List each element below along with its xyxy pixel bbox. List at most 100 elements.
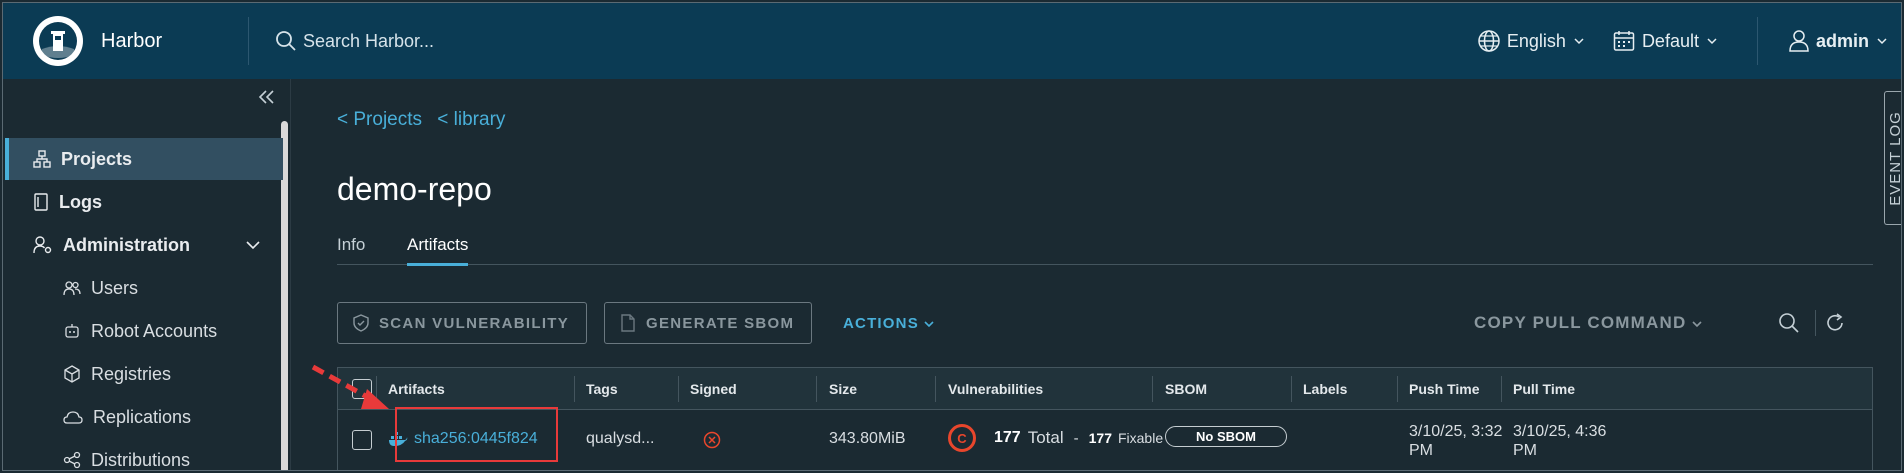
- search-icon: [276, 31, 296, 51]
- refresh-icon[interactable]: [1824, 312, 1846, 334]
- critical-severity-icon: C: [948, 424, 976, 452]
- scan-vulnerability-button[interactable]: SCAN VULNERABILITY: [337, 302, 587, 344]
- copy-pull-command-label: COPY PULL COMMAND: [1474, 313, 1687, 332]
- event-log-tab[interactable]: EVENT LOG: [1884, 91, 1902, 225]
- annotation-highlight-box: [395, 407, 558, 462]
- chevron-down-icon: [1877, 38, 1887, 45]
- replications-icon: [63, 411, 83, 424]
- sidebar-item-label: Projects: [61, 148, 133, 169]
- robot-icon: [65, 324, 79, 338]
- sidebar-item-distributions[interactable]: Distributions: [5, 439, 283, 470]
- header-divider: [1756, 17, 1758, 65]
- username: admin: [1815, 30, 1869, 51]
- search-icon[interactable]: [1778, 312, 1800, 334]
- sbom-status-badge: No SBOM: [1165, 426, 1287, 447]
- shield-icon: [353, 314, 369, 332]
- size-cell: 343.80MiB: [829, 430, 906, 447]
- column-header-pull-time[interactable]: Pull Time: [1513, 381, 1575, 397]
- sidebar-item-users[interactable]: Users: [5, 267, 283, 309]
- copy-pull-command-dropdown[interactable]: COPY PULL COMMAND: [1474, 313, 1702, 333]
- sidebar-item-label: Users: [91, 277, 139, 298]
- sidebar-item-administration[interactable]: Administration: [5, 224, 283, 266]
- language-label: English: [1506, 30, 1566, 51]
- sidebar: Projects Logs Administration Users Robot…: [3, 79, 291, 470]
- vuln-separator: -: [1073, 429, 1079, 447]
- brand-name: Harbor: [101, 29, 163, 52]
- chevron-down-icon: [1707, 38, 1717, 45]
- artifacts-table: Artifacts Tags Signed Size Vulnerabiliti…: [337, 367, 1873, 470]
- chevron-down-icon: [1574, 38, 1584, 45]
- push-time-date: 3/10/25, 3:32: [1409, 423, 1503, 440]
- column-divider: [1397, 376, 1398, 402]
- sidebar-item-robot-accounts[interactable]: Robot Accounts: [5, 310, 283, 352]
- column-divider: [1501, 376, 1502, 402]
- chevron-down-icon: [1692, 321, 1702, 328]
- column-header-sbom[interactable]: SBOM: [1165, 381, 1207, 397]
- brand[interactable]: Harbor: [3, 3, 248, 79]
- column-divider: [1152, 376, 1153, 402]
- collapse-sidebar-icon[interactable]: [258, 89, 276, 105]
- logs-icon: [34, 193, 48, 211]
- breadcrumb: < Projects < library: [337, 109, 515, 131]
- not-signed-icon: [703, 431, 721, 449]
- page-title: demo-repo: [337, 171, 492, 207]
- row-select-checkbox[interactable]: [352, 430, 372, 450]
- user-menu[interactable]: admin: [1788, 29, 1887, 53]
- push-time-period: PM: [1409, 442, 1433, 459]
- vuln-fixable-count: 177: [1088, 430, 1112, 446]
- column-header-labels[interactable]: Labels: [1303, 381, 1347, 397]
- global-search[interactable]: [275, 3, 603, 79]
- column-divider: [935, 376, 936, 402]
- column-divider: [816, 376, 817, 402]
- vuln-fixable-label: Fixable: [1117, 430, 1164, 446]
- event-log-label: EVENT LOG: [1887, 110, 1902, 206]
- document-icon: [621, 314, 635, 332]
- sidebar-item-label: Distributions: [91, 449, 191, 470]
- tags-cell: qualysd...: [586, 430, 655, 447]
- search-input[interactable]: [303, 30, 603, 52]
- sidebar-item-label: Registries: [91, 363, 172, 384]
- column-divider: [678, 376, 679, 402]
- registries-icon: [64, 365, 80, 383]
- users-icon: [63, 281, 81, 296]
- column-header-push-time[interactable]: Push Time: [1409, 381, 1480, 397]
- toolbar-divider: [1815, 310, 1816, 336]
- projects-icon: [33, 150, 51, 168]
- generate-sbom-label: GENERATE SBOM: [646, 314, 795, 332]
- chevron-down-icon: [246, 241, 260, 250]
- table-header: Artifacts Tags Signed Size Vulnerabiliti…: [338, 368, 1872, 410]
- pull-time-cell: 3/10/25, 4:36 PM: [1513, 422, 1606, 460]
- column-header-signed[interactable]: Signed: [690, 381, 737, 397]
- tab-artifacts[interactable]: Artifacts: [407, 235, 469, 266]
- header-divider: [248, 17, 249, 65]
- language-selector[interactable]: English: [1477, 29, 1584, 53]
- vuln-total-count: 177: [994, 429, 1021, 446]
- sidebar-item-registries[interactable]: Registries: [5, 353, 283, 395]
- column-header-tags[interactable]: Tags: [586, 381, 618, 397]
- scan-vulnerability-label: SCAN VULNERABILITY: [379, 314, 570, 332]
- sidebar-item-label: Logs: [59, 191, 102, 212]
- column-header-vulnerabilities[interactable]: Vulnerabilities: [948, 381, 1043, 397]
- sidebar-item-logs[interactable]: Logs: [5, 181, 283, 223]
- table-row[interactable]: sha256:0445f824 qualysd... 343.80MiB C 1…: [338, 410, 1872, 470]
- sidebar-item-replications[interactable]: Replications: [5, 396, 283, 438]
- breadcrumb-library[interactable]: < library: [437, 109, 505, 130]
- generate-sbom-button[interactable]: GENERATE SBOM: [604, 302, 812, 344]
- column-divider: [1291, 376, 1292, 402]
- tab-info[interactable]: Info: [337, 235, 365, 263]
- top-header: Harbor English: [3, 3, 1901, 79]
- actions-label: ACTIONS: [843, 315, 919, 332]
- user-icon: [1789, 30, 1809, 52]
- pull-time-period: PM: [1513, 442, 1537, 459]
- main-content: < Projects < library demo-repo Info Arti…: [293, 79, 1883, 470]
- harbor-logo-icon: [33, 16, 83, 66]
- sidebar-item-projects[interactable]: Projects: [5, 138, 283, 180]
- vulnerabilities-cell[interactable]: C 177 Total - 177 Fixable: [948, 424, 1163, 452]
- theme-label: Default: [1641, 30, 1699, 51]
- column-header-size[interactable]: Size: [829, 381, 857, 397]
- breadcrumb-projects[interactable]: < Projects: [337, 109, 422, 130]
- sbom-cell: No SBOM: [1165, 426, 1287, 447]
- tab-bar: Info Artifacts: [337, 227, 1873, 266]
- theme-selector[interactable]: Default: [1612, 29, 1717, 53]
- actions-dropdown[interactable]: ACTIONS: [843, 315, 934, 332]
